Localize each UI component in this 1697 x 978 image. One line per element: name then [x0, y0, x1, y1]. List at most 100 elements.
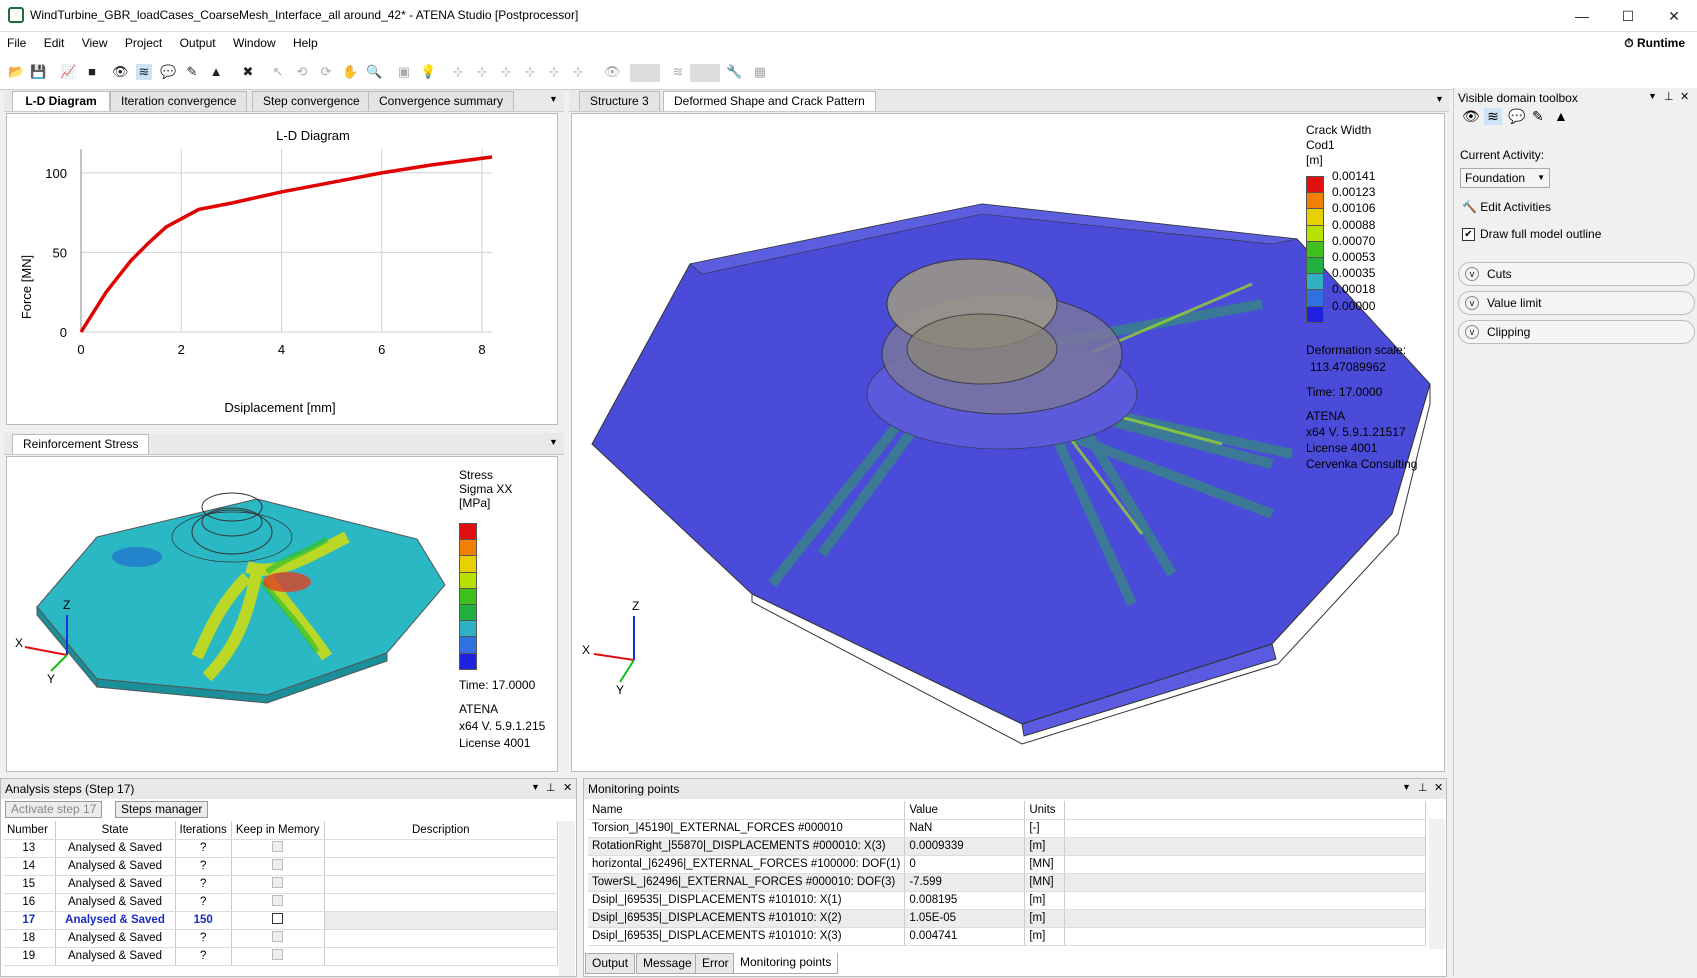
col-keep-memory[interactable]: Keep in Memory [231, 821, 325, 840]
analysis-pin-icon[interactable]: ⊥ [546, 781, 556, 794]
table-row[interactable]: 14 Analysed & Saved ? [3, 857, 559, 876]
tab-deformed-shape[interactable]: Deformed Shape and Crack Pattern [663, 91, 876, 111]
table-row[interactable]: 18 Analysed & Saved ? [3, 929, 559, 948]
section-value-limit[interactable]: v Value limit [1458, 291, 1695, 315]
monitoring-close-icon[interactable]: ✕ [1434, 781, 1443, 794]
refresh-icon[interactable]: ⟳ [318, 64, 334, 80]
layers-dim-icon[interactable]: ≋ [670, 64, 686, 80]
cube-icon[interactable]: ■ [84, 64, 100, 80]
maximize-button[interactable]: ☐ [1605, 0, 1651, 32]
menu-window[interactable]: Window [226, 32, 283, 54]
tab-reinforcement-stress[interactable]: Reinforcement Stress [12, 434, 150, 454]
open-folder-icon[interactable]: 📂 [8, 64, 24, 80]
col-units[interactable]: Units [1024, 801, 1066, 820]
pin-icon[interactable]: ⊥ [1664, 90, 1674, 103]
table-row[interactable]: Dsipl_|69535|_DISPLACEMENTS #101010: X(2… [588, 909, 1426, 928]
keep-memory-checkbox[interactable] [272, 949, 284, 960]
runtime-button[interactable]: ⏱ Runtime [1624, 36, 1685, 51]
toolbox-layers-icon[interactable]: ≋ [1484, 108, 1502, 125]
steps-manager-button[interactable]: Steps manager [115, 801, 209, 818]
close-button[interactable]: ✕ [1651, 0, 1697, 32]
toolbox-edit-icon[interactable]: ✎ [1532, 108, 1544, 125]
minimize-button[interactable]: — [1559, 0, 1605, 32]
menu-view[interactable]: View [75, 32, 115, 54]
analysis-scrollbar[interactable] [559, 821, 575, 976]
menu-file[interactable]: File [0, 32, 33, 54]
col-name[interactable]: Name [588, 801, 906, 820]
activate-step-button[interactable]: Activate step 17 [5, 801, 103, 818]
tab-structure-3[interactable]: Structure 3 [579, 91, 660, 111]
pointer-icon[interactable]: ↖ [270, 64, 286, 80]
table-row[interactable]: 15 Analysed & Saved ? [3, 875, 559, 894]
toolbox-paint-icon[interactable]: ▲ [1554, 108, 1568, 124]
col-iterations[interactable]: Iterations [175, 821, 232, 840]
section-clipping[interactable]: v Clipping [1458, 320, 1695, 344]
table-row[interactable]: Dsipl_|69535|_DISPLACEMENTS #101010: X(1… [588, 891, 1426, 910]
section-cuts[interactable]: v Cuts [1458, 262, 1695, 286]
col-state[interactable]: State [55, 821, 176, 840]
axis-icon-6[interactable]: ⊹ [570, 64, 586, 80]
save-icon[interactable]: 💾 [30, 64, 46, 80]
monitoring-dropdown-icon[interactable]: ▼ [1402, 782, 1411, 792]
col-value[interactable]: Value [904, 801, 1026, 820]
light-icon[interactable]: 💡 [420, 64, 436, 80]
table-row[interactable]: horizontal_|62496|_EXTERNAL_FORCES #1000… [588, 855, 1426, 874]
tab-convergence-summary[interactable]: Convergence summary [368, 91, 515, 111]
toolbox-eye-icon[interactable]: 👁 [1462, 108, 1480, 125]
axis-icon-1[interactable]: ⊹ [450, 64, 466, 80]
table-row[interactable]: Torsion_|45190|_EXTERNAL_FORCES #000010 … [588, 819, 1426, 838]
col-number[interactable]: Number [3, 821, 56, 840]
keep-memory-checkbox[interactable] [272, 841, 284, 852]
keep-memory-checkbox[interactable] [272, 859, 284, 870]
rotate-icon[interactable]: ⟲ [294, 64, 310, 80]
activity-select[interactable]: Foundation ▼ [1460, 168, 1550, 188]
table-row[interactable]: 13 Analysed & Saved ? [3, 839, 559, 858]
dropdown-arrow-icon[interactable]: ▼ [549, 94, 558, 104]
eye-icon[interactable]: 👁 [112, 64, 129, 80]
axis-icon-4[interactable]: ⊹ [522, 64, 538, 80]
table-row[interactable]: 19 Analysed & Saved ? [3, 947, 559, 966]
deformed-shape-viewport[interactable]: Z X Y Crack Width Cod1 [m] 0.00141 0.0012… [571, 113, 1445, 772]
edit-activities-button[interactable]: 🔨 Edit Activities [1462, 200, 1551, 214]
menu-edit[interactable]: Edit [37, 32, 72, 54]
pan-hand-icon[interactable]: ✋ [342, 64, 358, 80]
comment-icon[interactable]: 💬 [160, 64, 176, 80]
menu-output[interactable]: Output [173, 32, 223, 54]
axis-icon-5[interactable]: ⊹ [546, 64, 562, 80]
analysis-close-icon[interactable]: ✕ [563, 781, 572, 794]
analysis-dropdown-icon[interactable]: ▼ [531, 782, 540, 792]
tab-monitoring-points[interactable]: Monitoring points [733, 953, 839, 974]
axis-icon-3[interactable]: ⊹ [498, 64, 514, 80]
toolbox-dropdown-icon[interactable]: ▼ [1648, 91, 1657, 101]
table-row[interactable]: 17 Analysed & Saved 150 [3, 911, 559, 930]
keep-memory-checkbox[interactable] [272, 895, 284, 906]
paint-icon[interactable]: ▲ [208, 64, 224, 80]
keep-memory-checkbox[interactable] [272, 877, 284, 888]
tab-step-convergence[interactable]: Step convergence [252, 91, 371, 111]
menu-help[interactable]: Help [286, 32, 325, 54]
wrench-icon[interactable]: 🔧 [726, 64, 742, 80]
keep-memory-checkbox[interactable] [272, 931, 284, 942]
tab-error[interactable]: Error [695, 953, 736, 974]
dropdown-arrow-icon-2[interactable]: ▼ [549, 437, 558, 447]
grid-icon[interactable]: ▦ [752, 64, 768, 80]
tab-output[interactable]: Output [585, 953, 636, 974]
camera-icon[interactable]: ▣ [396, 64, 412, 80]
tab-message[interactable]: Message [636, 953, 699, 974]
keep-memory-checkbox[interactable] [272, 913, 284, 924]
col-description[interactable]: Description [324, 821, 559, 840]
tab-ld-diagram[interactable]: L-D Diagram [12, 91, 110, 111]
monitoring-scrollbar[interactable] [1429, 819, 1445, 949]
toolbox-comment-icon[interactable]: 💬 [1508, 108, 1525, 125]
chart-icon[interactable]: 📈 [60, 64, 76, 80]
tab-iteration-convergence[interactable]: Iteration convergence [110, 91, 248, 111]
table-row[interactable]: RotationRight_|55870|_DISPLACEMENTS #000… [588, 837, 1426, 856]
table-row[interactable]: Dsipl_|69535|_DISPLACEMENTS #101010: X(3… [588, 927, 1426, 946]
table-row[interactable]: 16 Analysed & Saved ? [3, 893, 559, 912]
toolbox-close-icon[interactable]: ✕ [1680, 90, 1689, 103]
table-row[interactable]: TowerSL_|62496|_EXTERNAL_FORCES #000010:… [588, 873, 1426, 892]
axis-icon-2[interactable]: ⊹ [474, 64, 490, 80]
monitoring-pin-icon[interactable]: ⊥ [1418, 781, 1428, 794]
dropdown-arrow-icon-3[interactable]: ▼ [1435, 94, 1444, 104]
menu-project[interactable]: Project [118, 32, 169, 54]
